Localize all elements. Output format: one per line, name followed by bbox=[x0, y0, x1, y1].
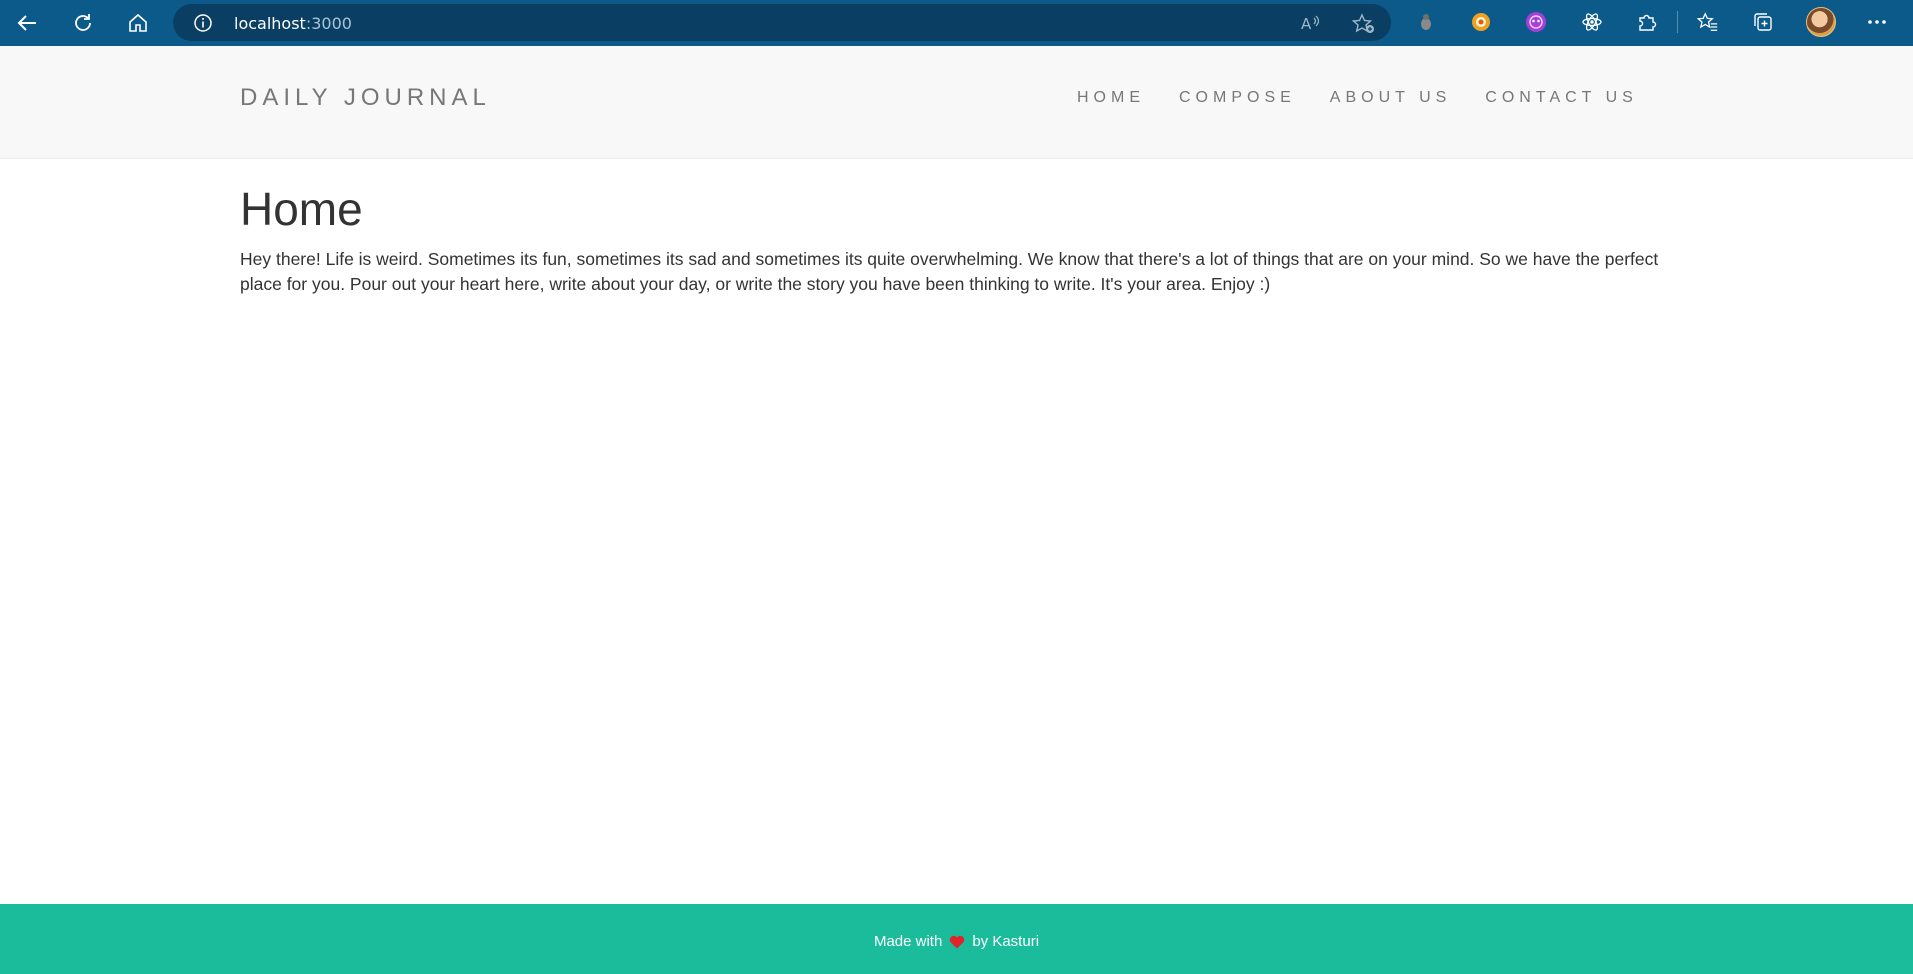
footer-credit: Made with by Kasturi bbox=[874, 933, 1039, 950]
url-port: :3000 bbox=[305, 14, 352, 33]
heart-icon bbox=[949, 935, 965, 949]
nav-link-about-us[interactable]: ABOUT US bbox=[1330, 89, 1452, 107]
extension-icon[interactable] bbox=[1470, 11, 1492, 33]
url-text[interactable]: localhost:3000 bbox=[234, 14, 352, 33]
main-nav: HOME COMPOSE ABOUT US CONTACT US bbox=[1077, 89, 1638, 107]
url-host: localhost bbox=[234, 14, 306, 33]
read-aloud-icon[interactable]: A bbox=[1300, 13, 1322, 33]
browser-toolbar: localhost:3000 A bbox=[0, 0, 1913, 46]
site-footer: Made with by Kasturi bbox=[0, 904, 1913, 974]
nav-link-home[interactable]: HOME bbox=[1077, 89, 1145, 107]
page-title: Home bbox=[240, 183, 363, 235]
favorite-add-icon[interactable] bbox=[1351, 13, 1374, 33]
nav-link-contact-us[interactable]: CONTACT US bbox=[1485, 89, 1638, 107]
home-icon[interactable] bbox=[122, 7, 154, 39]
extension-icon[interactable] bbox=[1415, 11, 1437, 33]
footer-made-with: Made with bbox=[873, 933, 943, 950]
collections-icon[interactable] bbox=[1752, 11, 1774, 33]
back-arrow-icon[interactable] bbox=[11, 7, 43, 39]
extension-icon[interactable] bbox=[1525, 11, 1547, 33]
react-devtools-icon[interactable] bbox=[1581, 11, 1603, 33]
info-icon[interactable] bbox=[193, 13, 213, 33]
footer-author: by Kasturi bbox=[972, 933, 1040, 950]
site-navbar: DAILY JOURNAL HOME COMPOSE ABOUT US CONT… bbox=[0, 46, 1913, 159]
refresh-icon[interactable] bbox=[67, 7, 99, 39]
nav-link-compose[interactable]: COMPOSE bbox=[1179, 89, 1296, 107]
brand-logo-text[interactable]: DAILY JOURNAL bbox=[240, 84, 491, 112]
profile-avatar[interactable] bbox=[1806, 7, 1836, 37]
address-bar[interactable]: localhost:3000 A bbox=[173, 4, 1391, 41]
toolbar-divider bbox=[1677, 11, 1678, 33]
extensions-puzzle-icon[interactable] bbox=[1636, 11, 1658, 33]
favorites-icon[interactable] bbox=[1697, 11, 1719, 33]
intro-paragraph: Hey there! Life is weird. Sometimes its … bbox=[240, 249, 1659, 294]
more-icon[interactable] bbox=[1866, 11, 1888, 33]
svg-text:A: A bbox=[1301, 15, 1312, 33]
